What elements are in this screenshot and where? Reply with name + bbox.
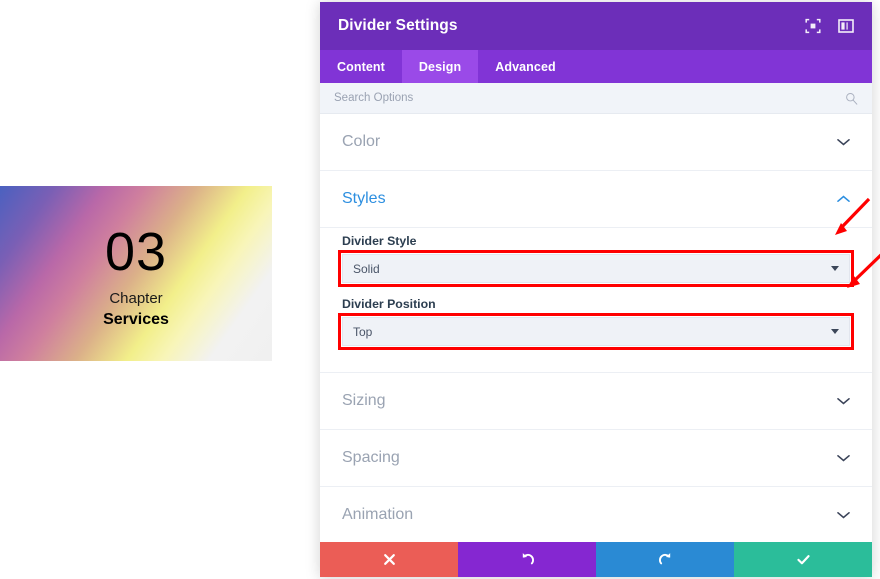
section-header-animation[interactable]: Animation	[320, 487, 872, 542]
undo-arrow-icon	[522, 553, 534, 565]
save-button[interactable]	[734, 542, 872, 577]
divider-settings-panel: Divider Settings Content Design Advanced…	[320, 2, 872, 577]
tab-design[interactable]: Design	[401, 50, 479, 83]
chapter-text-block: 03 Chapter Services	[0, 186, 272, 361]
divider-position-value: Top	[353, 324, 373, 339]
field-divider-position: Divider Position Top	[338, 297, 854, 350]
chevron-down-icon	[837, 139, 850, 146]
chevron-down-icon	[837, 455, 850, 462]
close-x-icon	[383, 554, 395, 565]
focus-target-icon[interactable]	[805, 18, 821, 34]
cancel-button[interactable]	[320, 542, 458, 577]
label-divider-position: Divider Position	[342, 297, 436, 311]
panel-body: Color Styles Divider Style Solid Divider…	[320, 114, 872, 542]
panel-tabs: Content Design Advanced	[320, 50, 872, 83]
label-divider-style: Divider Style	[342, 234, 417, 248]
chapter-card: 03 Chapter Services	[0, 186, 272, 361]
search-icon[interactable]	[845, 92, 858, 105]
undo-button[interactable]	[458, 542, 596, 577]
panel-footer	[320, 542, 872, 577]
section-label-styles: Styles	[342, 190, 386, 207]
panel-header-icons	[805, 18, 854, 34]
divider-position-select[interactable]: Top	[342, 317, 850, 346]
divider-style-value: Solid	[353, 261, 380, 276]
field-divider-style: Divider Style Solid	[338, 234, 854, 287]
chevron-down-icon	[831, 266, 839, 271]
section-header-color[interactable]: Color	[320, 114, 872, 171]
section-header-sizing[interactable]: Sizing	[320, 373, 872, 430]
chevron-down-icon	[837, 511, 850, 519]
check-icon	[796, 555, 810, 565]
layout-panel-icon[interactable]	[838, 18, 854, 34]
redo-arrow-icon	[658, 553, 670, 565]
search-input[interactable]	[334, 92, 845, 104]
chevron-down-icon	[831, 329, 839, 334]
chapter-number: 03	[104, 221, 168, 282]
section-header-spacing[interactable]: Spacing	[320, 430, 872, 487]
search-options-bar	[320, 83, 872, 114]
chevron-down-icon	[837, 398, 850, 405]
chevron-up-icon	[837, 195, 850, 202]
panel-header: Divider Settings	[320, 2, 872, 50]
page-preview-area: 03 Chapter Services	[0, 0, 313, 579]
redo-button[interactable]	[596, 542, 734, 577]
chapter-label: Chapter	[109, 289, 163, 307]
section-label-spacing: Spacing	[342, 449, 400, 466]
divider-style-select[interactable]: Solid	[342, 254, 850, 283]
section-header-styles[interactable]: Styles	[320, 171, 872, 228]
section-label-color: Color	[342, 133, 381, 150]
divider-position-select-wrap: Top	[338, 313, 854, 350]
section-label-sizing: Sizing	[342, 392, 386, 409]
tab-advanced[interactable]: Advanced	[478, 50, 573, 83]
styles-section-body: Divider Style Solid Divider Position Top	[320, 228, 872, 373]
divider-style-select-wrap: Solid	[338, 250, 854, 287]
tab-content[interactable]: Content	[320, 50, 402, 83]
panel-title: Divider Settings	[338, 17, 458, 34]
screenshot-root: 03 Chapter Services Divider Settings Con…	[0, 0, 880, 579]
chapter-title: Services	[103, 310, 169, 328]
section-label-animation: Animation	[342, 506, 414, 523]
